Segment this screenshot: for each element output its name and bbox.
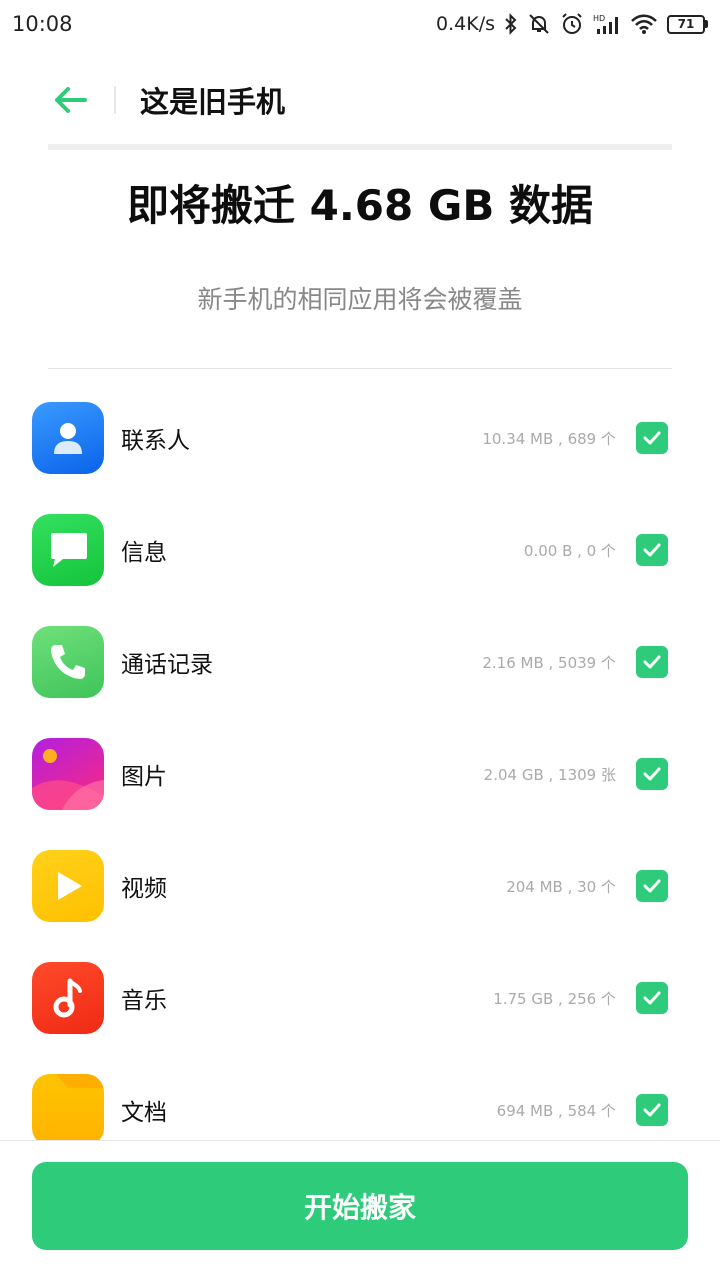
list-item-size: 694 MB , 584 个	[496, 1101, 616, 1120]
list-item-label: 音乐	[121, 988, 167, 1014]
alarm-icon	[560, 12, 584, 36]
status-bar: 10:08 0.4K/s HD 71	[0, 0, 720, 48]
mute-bell-icon	[527, 12, 551, 36]
list-item-size: 204 MB , 30 个	[506, 877, 616, 896]
list-item-photos[interactable]: 图片 2.04 GB , 1309 张	[0, 718, 720, 830]
battery-icon: 71	[667, 14, 708, 34]
list-item-size: 0.00 B , 0 个	[523, 541, 616, 560]
battery-level: 71	[667, 14, 705, 34]
checkmark-icon	[643, 543, 661, 557]
checkbox[interactable]	[636, 758, 668, 790]
contacts-icon	[32, 402, 104, 474]
page-title: 这是旧手机	[140, 85, 286, 119]
list-item-label: 联系人	[121, 428, 190, 454]
transfer-summary-subtitle: 新手机的相同应用将会被覆盖	[197, 285, 523, 314]
list-item-label: 文档	[121, 1100, 167, 1126]
back-button[interactable]	[48, 78, 92, 122]
list-item-label: 信息	[121, 540, 167, 566]
network-speed: 0.4K/s	[436, 13, 495, 35]
list-item-size: 1.75 GB , 256 个	[493, 989, 616, 1008]
status-time: 10:08	[12, 12, 73, 36]
checkbox[interactable]	[636, 534, 668, 566]
checkmark-icon	[643, 879, 661, 893]
gallery-icon	[32, 738, 104, 810]
list-item-contacts[interactable]: 联系人 10.34 MB , 689 个	[0, 382, 720, 494]
messages-icon	[32, 514, 104, 586]
list-item-messages[interactable]: 信息 0.00 B , 0 个	[0, 494, 720, 606]
checkmark-icon	[643, 431, 661, 445]
wifi-icon	[630, 13, 658, 35]
music-note-icon	[32, 962, 104, 1034]
checkbox[interactable]	[636, 1094, 668, 1126]
checkbox[interactable]	[636, 870, 668, 902]
page-header: 这是旧手机	[0, 60, 720, 140]
bottom-divider	[0, 1140, 720, 1141]
checkbox[interactable]	[636, 422, 668, 454]
header-underline	[48, 144, 672, 150]
list-item-music[interactable]: 音乐 1.75 GB , 256 个	[0, 942, 720, 1054]
phone-icon	[32, 626, 104, 698]
hd-signal-icon: HD	[593, 13, 621, 35]
back-arrow-icon	[55, 87, 87, 113]
list-item-label: 通话记录	[121, 652, 213, 678]
list-item-label: 图片	[121, 764, 167, 790]
list-item-documents[interactable]: 文档 694 MB , 584 个	[0, 1054, 720, 1140]
folder-icon	[32, 1074, 104, 1140]
list-item-videos[interactable]: 视频 204 MB , 30 个	[0, 830, 720, 942]
checkmark-icon	[643, 655, 661, 669]
header-divider	[114, 86, 116, 114]
checkbox[interactable]	[636, 982, 668, 1014]
list-item-size: 2.04 GB , 1309 张	[483, 765, 616, 784]
summary-divider	[48, 368, 672, 369]
list-item-call-log[interactable]: 通话记录 2.16 MB , 5039 个	[0, 606, 720, 718]
checkmark-icon	[643, 767, 661, 781]
checkbox[interactable]	[636, 646, 668, 678]
svg-text:HD: HD	[593, 14, 605, 23]
list-item-size: 2.16 MB , 5039 个	[482, 653, 616, 672]
video-play-icon	[32, 850, 104, 922]
checkmark-icon	[643, 991, 661, 1005]
status-icons: 0.4K/s HD 71	[436, 12, 708, 36]
transfer-summary-title: 即将搬迁 4.68 GB 数据	[127, 181, 593, 230]
list-item-label: 视频	[121, 876, 167, 902]
data-category-list[interactable]: 联系人 10.34 MB , 689 个 信息 0.00 B , 0 个 通话记…	[0, 382, 720, 1140]
bluetooth-icon	[504, 13, 518, 35]
checkmark-icon	[643, 1103, 661, 1117]
list-item-size: 10.34 MB , 689 个	[482, 429, 616, 448]
start-transfer-button[interactable]: 开始搬家	[32, 1162, 688, 1250]
